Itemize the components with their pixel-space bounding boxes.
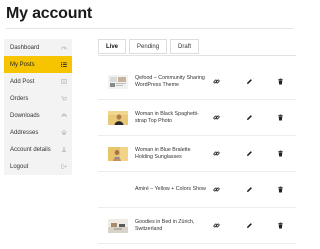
user-icon <box>61 147 67 152</box>
view-link-icon[interactable] <box>212 114 220 122</box>
view-link-icon[interactable] <box>212 150 220 158</box>
home-icon <box>61 130 67 135</box>
table-row: Qefood – Community Sharing WordPress The… <box>98 64 296 100</box>
tab-pending[interactable]: Pending <box>129 39 168 54</box>
post-title[interactable]: Woman in Black Spaghetti-strap Top Photo <box>135 111 207 125</box>
delete-trash-icon[interactable] <box>276 150 284 158</box>
table-row: Woman in Blue Bralette Holding Sunglasse… <box>98 136 296 172</box>
sidebar-item-label: Logout <box>10 163 29 170</box>
orders-icon <box>61 96 67 101</box>
sidebar-item-my-posts[interactable]: My Posts <box>4 56 72 73</box>
view-link-icon[interactable] <box>212 186 220 194</box>
post-status-tabs: Live Pending Draft <box>98 39 202 54</box>
edit-pencil-icon[interactable] <box>245 78 253 86</box>
delete-trash-icon[interactable] <box>276 114 284 122</box>
tab-live[interactable]: Live <box>98 39 127 54</box>
table-row: Amiré – Yellow + Colors Show <box>98 172 296 208</box>
post-title[interactable]: Amiré – Yellow + Colors Show <box>135 186 207 193</box>
sidebar-item-label: Addresses <box>10 129 39 136</box>
view-link-icon[interactable] <box>212 222 220 230</box>
edit-pencil-icon[interactable] <box>245 222 253 230</box>
table-row: Woman in Black Spaghetti-strap Top Photo <box>98 100 296 136</box>
edit-pencil-icon[interactable] <box>245 150 253 158</box>
delete-trash-icon[interactable] <box>276 222 284 230</box>
sidebar-item-orders[interactable]: Orders <box>4 90 72 107</box>
sidebar-item-logout[interactable]: Logout <box>4 158 72 175</box>
tabs-divider <box>98 55 296 56</box>
account-sidebar: Dashboard My Posts Add Post Orders Downl… <box>4 39 72 175</box>
post-title[interactable]: Qefood – Community Sharing WordPress The… <box>135 75 207 89</box>
delete-trash-icon[interactable] <box>276 78 284 86</box>
download-icon <box>61 113 67 118</box>
edit-pencil-icon[interactable] <box>245 186 253 194</box>
post-title[interactable]: Woman in Blue Bralette Holding Sunglasse… <box>135 147 207 161</box>
sidebar-item-add-post[interactable]: Add Post <box>4 73 72 90</box>
sidebar-item-label: Dashboard <box>10 44 40 51</box>
edit-pencil-icon[interactable] <box>245 114 253 122</box>
posts-list-icon <box>61 62 67 67</box>
post-thumbnail <box>108 74 128 89</box>
tab-draft[interactable]: Draft <box>170 39 200 54</box>
sidebar-item-downloads[interactable]: Downloads <box>4 107 72 124</box>
sidebar-item-label: My Posts <box>10 61 35 68</box>
sidebar-item-label: Orders <box>10 95 29 102</box>
delete-trash-icon[interactable] <box>276 186 284 194</box>
table-row: Goodies in Bed in Zürich, Switzerland <box>98 208 296 244</box>
post-thumbnail <box>108 146 128 161</box>
sidebar-item-label: Downloads <box>10 112 40 119</box>
sidebar-item-dashboard[interactable]: Dashboard <box>4 39 72 56</box>
sidebar-item-addresses[interactable]: Addresses <box>4 124 72 141</box>
sidebar-item-label: Add Post <box>10 78 35 85</box>
title-divider <box>6 28 294 29</box>
post-title[interactable]: Goodies in Bed in Zürich, Switzerland <box>135 219 207 233</box>
post-thumbnail <box>108 218 128 233</box>
sidebar-item-label: Account details <box>10 146 51 153</box>
post-thumbnail <box>108 110 128 125</box>
dashboard-icon <box>61 45 67 50</box>
add-post-icon <box>61 79 67 84</box>
page-title: My account <box>6 5 93 22</box>
logout-icon <box>61 164 67 169</box>
sidebar-item-account-details[interactable]: Account details <box>4 141 72 158</box>
posts-table: Qefood – Community Sharing WordPress The… <box>98 64 296 244</box>
view-link-icon[interactable] <box>212 78 220 86</box>
